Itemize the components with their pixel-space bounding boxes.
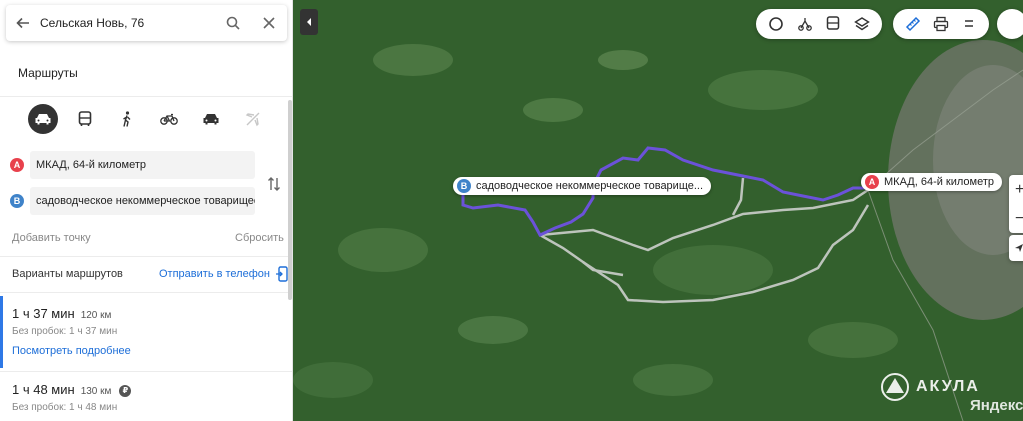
collapse-sidebar-button[interactable] xyxy=(300,9,318,35)
close-icon xyxy=(263,17,275,29)
route-no-traffic-time: Без пробок: 1 ч 37 мин xyxy=(12,326,118,337)
divider xyxy=(0,292,292,293)
map-label-point-a[interactable]: A МКАД, 64-й километр xyxy=(861,173,1003,191)
search-query[interactable]: Сельская Новь, 76 xyxy=(40,16,215,30)
toll-road-icon: ₽ xyxy=(119,384,132,397)
field-patch xyxy=(808,322,898,358)
send-to-phone-button[interactable]: Отправить в телефон xyxy=(159,266,288,282)
map-tools-toolbar xyxy=(893,9,989,39)
bus-icon xyxy=(78,111,92,126)
close-button[interactable] xyxy=(251,5,287,41)
bus-icon xyxy=(827,16,840,30)
transport-mode-selector xyxy=(28,104,268,134)
map-label-b-text: садоводческое некоммерческое товарище... xyxy=(476,180,704,192)
bike-lanes-button[interactable] xyxy=(793,12,817,36)
field-patch xyxy=(458,316,528,344)
geolocation-button[interactable] xyxy=(1009,235,1023,261)
taxi-icon xyxy=(203,114,219,125)
bicycle-icon xyxy=(160,113,178,125)
zoom-out-button[interactable]: − xyxy=(1009,204,1023,233)
route-time: 1 ч 37 мин xyxy=(12,306,75,321)
point-a-pin-icon: A xyxy=(865,175,879,189)
search-button[interactable] xyxy=(215,5,251,41)
sidebar-scrollbar[interactable] xyxy=(288,100,292,300)
chevron-left-icon xyxy=(307,18,311,26)
route-details-link[interactable]: Посмотреть подробнее xyxy=(12,345,287,357)
map-layers-toolbar xyxy=(756,9,882,39)
field-patch xyxy=(373,44,453,76)
routes-header: Маршруты xyxy=(18,66,78,80)
route-variants-title: Варианты маршрутов xyxy=(12,268,123,280)
layers-icon xyxy=(853,17,870,31)
map-layers-button[interactable] xyxy=(850,12,874,36)
route-option-2[interactable]: 1 ч 48 мин 130 км ₽ Без пробок: 1 ч 48 мин xyxy=(0,376,287,421)
mode-plane[interactable] xyxy=(238,104,268,134)
divider xyxy=(0,256,292,257)
mode-pedestrian[interactable] xyxy=(112,104,142,134)
zoom-control: + − xyxy=(1009,175,1023,233)
mode-bicycle[interactable] xyxy=(154,104,184,134)
zoom-in-button[interactable]: + xyxy=(1009,175,1023,204)
swap-points-button[interactable] xyxy=(265,174,283,194)
search-bar[interactable]: Сельская Новь, 76 xyxy=(6,5,287,41)
sidebar: Сельская Новь, 76 Маршруты A МКАД, 64-й … xyxy=(0,0,293,421)
satellite-map[interactable]: B садоводческое некоммерческое товарище.… xyxy=(293,0,1023,421)
point-a-badge: A xyxy=(10,158,24,172)
route-option-1[interactable]: 1 ч 37 мин 120 км Без пробок: 1 ч 37 мин … xyxy=(0,296,287,368)
mode-car[interactable] xyxy=(28,104,58,134)
arrow-left-icon xyxy=(16,17,29,29)
yandex-logo: Яндекс xyxy=(970,397,1023,414)
send-to-phone-label: Отправить в телефон xyxy=(159,268,270,280)
field-patch xyxy=(633,364,713,396)
plane-icon xyxy=(245,112,260,127)
printer-icon xyxy=(933,16,949,32)
divider xyxy=(0,96,292,97)
menu-icon xyxy=(965,20,973,27)
phone-icon xyxy=(275,266,288,282)
point-a-input[interactable]: МКАД, 64-й километр xyxy=(30,151,255,179)
route-point-a: A МКАД, 64-й километр xyxy=(10,151,255,179)
field-patch xyxy=(338,228,428,272)
route-time: 1 ч 48 мин xyxy=(12,382,75,397)
car-icon xyxy=(35,114,51,125)
watermark-text: АКУЛА xyxy=(916,378,980,395)
point-b-input[interactable]: садоводческое некоммерческое товарищес..… xyxy=(30,187,255,215)
divider xyxy=(0,371,292,372)
pedestrian-icon xyxy=(123,111,131,127)
field-patch xyxy=(708,70,818,110)
field-patch xyxy=(293,362,373,398)
ruler-icon xyxy=(905,16,921,32)
route-point-b: B садоводческое некоммерческое товарищес… xyxy=(10,187,255,215)
mode-bus[interactable] xyxy=(70,104,100,134)
route-distance: 130 км xyxy=(80,386,112,397)
shark-logo-icon xyxy=(881,373,909,401)
field-patch xyxy=(598,50,648,70)
route-no-traffic-time: Без пробок: 1 ч 48 мин xyxy=(12,402,118,413)
point-b-badge: B xyxy=(10,194,24,208)
field-patch xyxy=(653,245,773,295)
field-patch xyxy=(523,98,583,122)
watermark: АКУЛА xyxy=(880,372,980,402)
menu-button[interactable] xyxy=(957,12,981,36)
map-canvas xyxy=(293,0,1023,421)
reset-link[interactable]: Сбросить xyxy=(235,232,284,244)
user-avatar-button[interactable] xyxy=(997,9,1023,39)
print-button[interactable] xyxy=(929,12,953,36)
traffic-icon xyxy=(769,17,784,31)
ruler-button[interactable] xyxy=(901,12,925,36)
route-distance: 120 км xyxy=(80,310,112,321)
map-label-point-b[interactable]: B садоводческое некоммерческое товарище.… xyxy=(453,177,712,195)
traffic-layer-button[interactable] xyxy=(764,12,788,36)
location-arrow-icon xyxy=(1015,244,1023,252)
add-point-link[interactable]: Добавить точку xyxy=(12,232,91,244)
back-button[interactable] xyxy=(6,5,40,41)
scooter-icon xyxy=(797,18,812,31)
mode-taxi[interactable] xyxy=(196,104,226,134)
transit-layer-button[interactable] xyxy=(821,12,845,36)
search-icon xyxy=(226,16,240,30)
map-label-a-text: МКАД, 64-й километр xyxy=(884,176,995,188)
swap-arrows-icon xyxy=(268,177,280,191)
point-b-pin-icon: B xyxy=(457,179,471,193)
